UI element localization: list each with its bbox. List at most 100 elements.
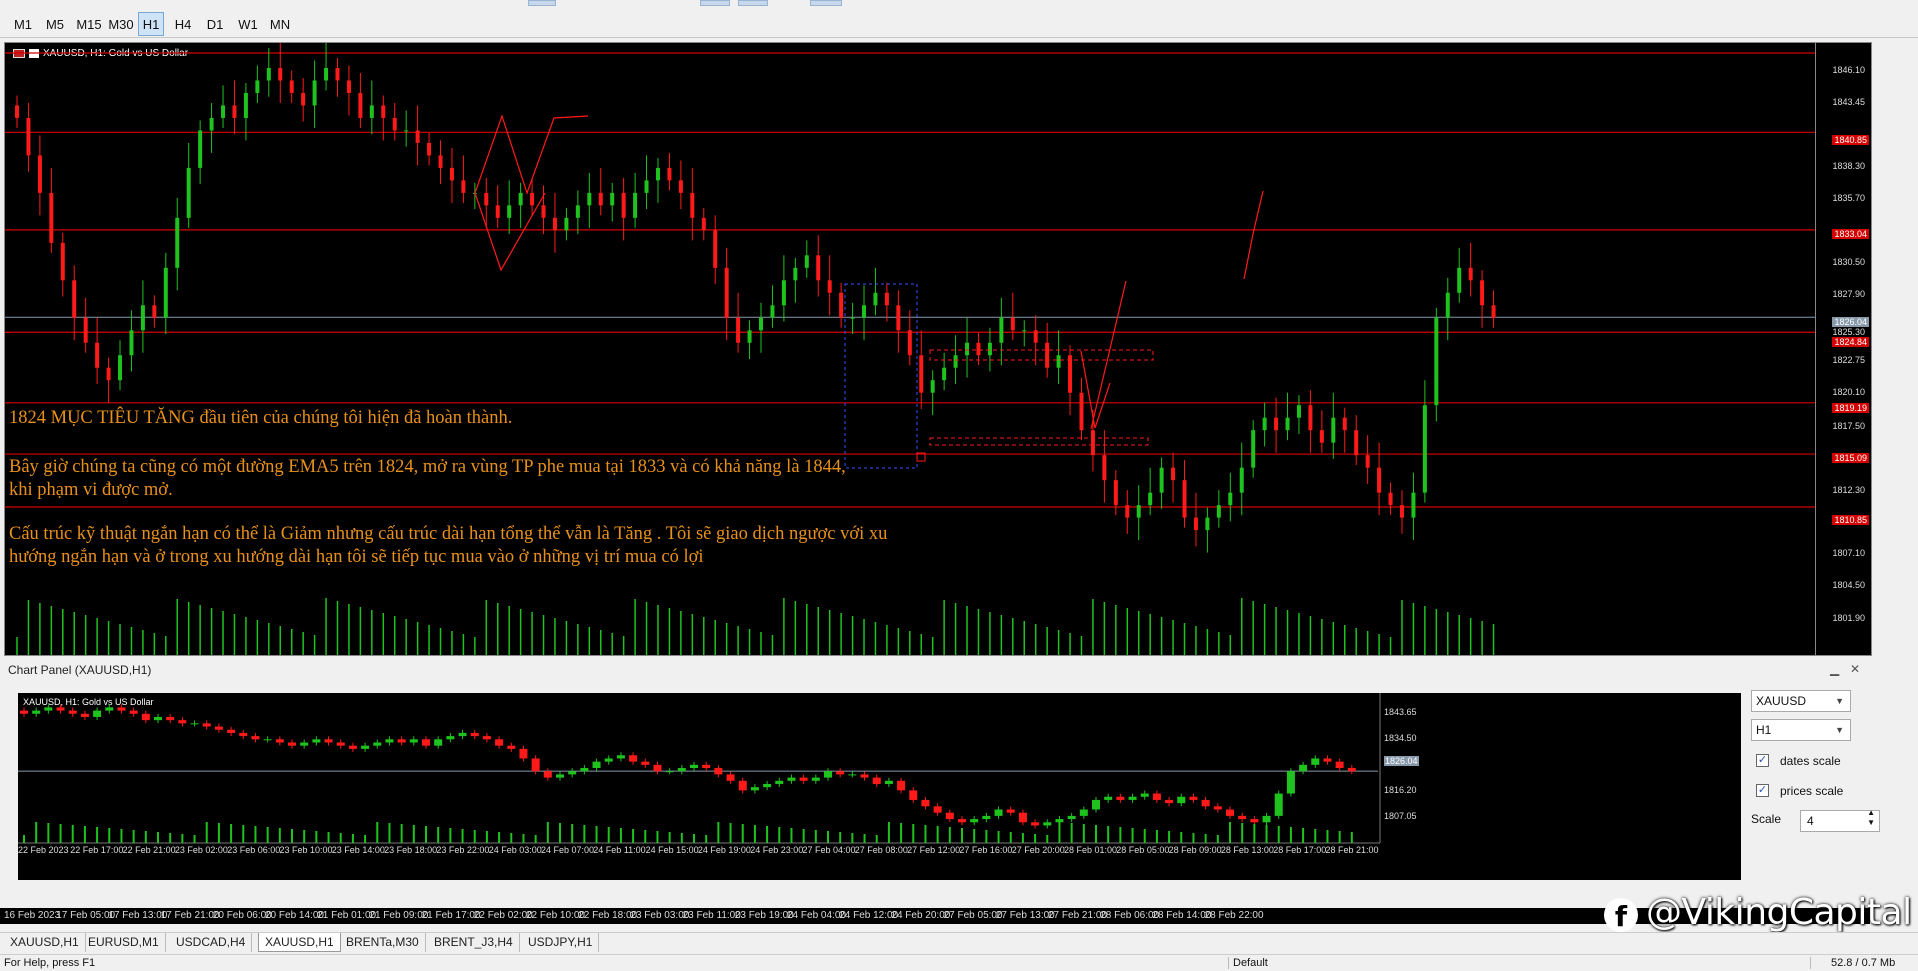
candle-body: [942, 367, 947, 381]
mini-candle-body: [543, 771, 552, 778]
mini-candle-body: [738, 780, 747, 791]
annotation-line-1: 1824 MỤC TIÊU TĂNG đầu tiên của chúng tô…: [9, 408, 513, 428]
candle-body: [83, 317, 88, 343]
tf-h1-button[interactable]: H1: [138, 12, 164, 36]
mini-candle-body: [397, 739, 406, 743]
mini-date-label: 22 Feb 17:00: [70, 845, 124, 855]
chart-tab[interactable]: EURUSD,M1: [82, 933, 166, 952]
toolbar-strip: [700, 0, 730, 6]
price-label: 1822.75: [1832, 355, 1865, 365]
minimize-icon[interactable]: ▁: [1830, 662, 1839, 676]
candle-body: [369, 105, 374, 118]
chart-tab[interactable]: USDCAD,H4: [170, 933, 253, 952]
tf-m15-button[interactable]: M15: [72, 12, 106, 36]
mini-candle-body: [1128, 796, 1137, 800]
mini-candle-body: [531, 758, 540, 772]
tf-m30-button[interactable]: M30: [104, 12, 138, 36]
spinner-arrows-icon[interactable]: ▲ ▼: [1867, 808, 1875, 828]
candle-body: [1113, 480, 1118, 506]
candle-body: [49, 192, 54, 243]
candle-body: [186, 167, 191, 218]
scale-label: Scale: [1751, 812, 1782, 826]
date-label: 22 Feb 02:00: [473, 910, 533, 921]
mini-candle-body: [970, 819, 979, 823]
mini-candle-body: [1286, 771, 1295, 794]
status-profile: Default: [1228, 957, 1268, 969]
date-label: 21 Feb 09:00: [369, 910, 429, 921]
chart-tab[interactable]: XAUUSD,H1: [258, 933, 341, 952]
candle-body: [1022, 330, 1027, 332]
tf-m1-button[interactable]: M1: [8, 12, 38, 36]
price-label: 1846.10: [1832, 65, 1865, 75]
candle-body: [1182, 480, 1187, 518]
mini-candle-body: [80, 713, 89, 717]
mini-candle-body: [933, 806, 942, 813]
candle-body: [1285, 417, 1290, 431]
mini-candle-body: [1067, 815, 1076, 820]
mini-candle-body: [288, 742, 296, 746]
price-label: 1835.70: [1832, 193, 1865, 203]
tf-h4-button[interactable]: H4: [170, 12, 196, 36]
candle-body: [575, 205, 580, 218]
candle-body: [1319, 430, 1324, 443]
prices-scale-checkbox[interactable]: ✓: [1756, 784, 1769, 797]
candle-body: [381, 105, 386, 118]
candle-body: [736, 317, 741, 343]
candle-body: [1342, 417, 1347, 431]
mini-candle-body: [495, 739, 504, 746]
chart-tab[interactable]: USDJPY,H1: [522, 933, 600, 952]
tf-d1-button[interactable]: D1: [202, 12, 228, 36]
timeframe-select[interactable]: H1 ▼: [1751, 719, 1851, 741]
mini-chart[interactable]: XAUUSD, H1: Gold vs US Dollar 1843.65 183…: [18, 693, 1741, 880]
mini-candle-body: [361, 745, 370, 749]
dates-scale-checkbox[interactable]: ✓: [1756, 754, 1769, 767]
candle-body: [1308, 405, 1313, 431]
mini-candle-body: [690, 764, 698, 769]
tf-w1-button[interactable]: W1: [234, 12, 262, 36]
mini-candle-body: [824, 771, 832, 778]
main-chart[interactable]: XAUUSD, H1: Gold vs US Dollar 1824 MỤC T…: [4, 42, 1872, 656]
candle-body: [1445, 292, 1450, 318]
date-label: 27 Feb 21:00: [1048, 910, 1107, 921]
candle-body: [781, 280, 786, 306]
mini-date-label: 28 Feb 13:00: [1220, 845, 1274, 855]
mini-candle-body: [726, 774, 735, 781]
scale-spinner[interactable]: 4 ▲ ▼: [1800, 808, 1880, 832]
candle-body: [930, 380, 935, 393]
chart-tab[interactable]: XAUUSD,H1: [4, 933, 86, 952]
chart-tab[interactable]: BRENT_J3,H4: [428, 933, 520, 952]
toolbar-strip: [528, 0, 556, 6]
candle-body: [1468, 267, 1473, 281]
date-label: 23 Feb 19:00: [734, 910, 794, 921]
date-label: 21 Feb 17:00: [421, 910, 481, 921]
symbol-select[interactable]: XAUUSD ▼: [1751, 690, 1851, 712]
candle-body: [346, 80, 351, 93]
mini-candle-body: [616, 755, 625, 759]
mini-candle-body: [1335, 761, 1344, 769]
candle-body: [518, 192, 523, 206]
candle-body: [484, 192, 489, 206]
candle-body: [415, 130, 420, 143]
chart-tab[interactable]: BRENTa,M30: [340, 933, 426, 952]
close-icon[interactable]: ✕: [1850, 662, 1860, 676]
candle-body: [1125, 505, 1130, 518]
candle-body: [140, 305, 145, 331]
mini-candle-body: [1177, 796, 1186, 804]
tf-mn-button[interactable]: MN: [265, 12, 295, 36]
candle-body: [1056, 355, 1061, 368]
mini-date-label: 23 Feb 06:00: [227, 845, 281, 855]
candle-body: [163, 267, 168, 318]
mini-price-label: 1826.04: [1384, 756, 1419, 766]
mini-candle-body: [470, 732, 479, 737]
candle-body: [1193, 517, 1198, 531]
mini-date-label: 23 Feb 10:00: [279, 845, 333, 855]
mini-candle-body: [897, 780, 906, 791]
mini-candle-body: [1274, 793, 1283, 816]
candle-body: [209, 117, 214, 131]
mini-date-label: 24 Feb 07:00: [541, 845, 595, 855]
price-axis[interactable]: 1846.10 1843.45 1840.85 1838.30 1835.70 …: [1815, 43, 1871, 655]
mini-candle-body: [1079, 809, 1088, 816]
candle-body: [793, 267, 798, 281]
tf-m5-button[interactable]: M5: [40, 12, 70, 36]
mini-candle-body: [373, 742, 382, 746]
